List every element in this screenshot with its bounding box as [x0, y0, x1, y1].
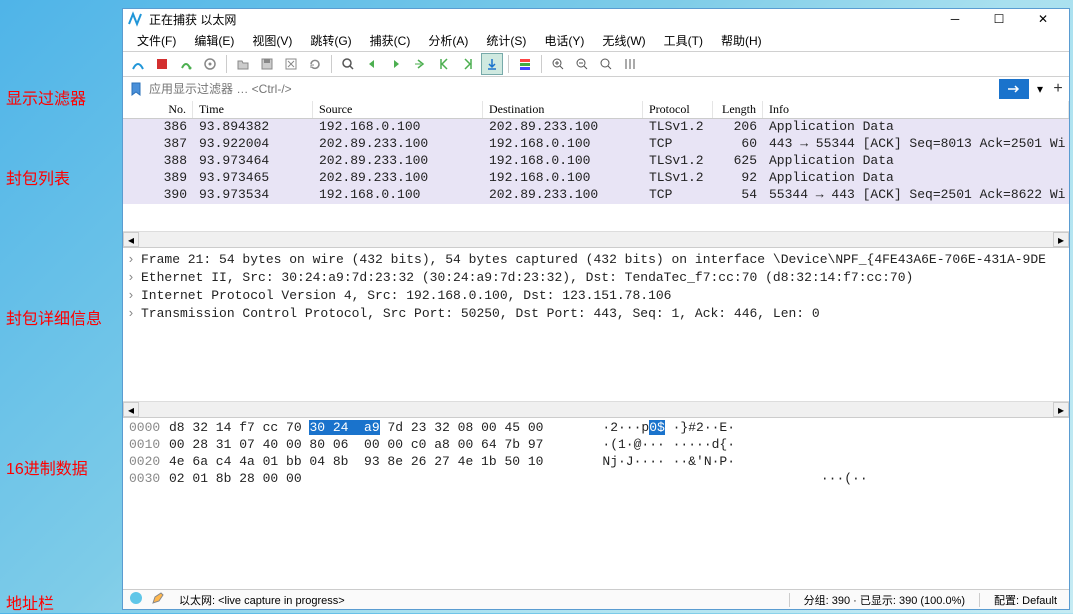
find-packet-button[interactable]: [337, 53, 359, 75]
col-destination[interactable]: Destination: [483, 101, 643, 118]
detail-row[interactable]: ›Frame 21: 54 bytes on wire (432 bits), …: [123, 250, 1069, 268]
detail-row[interactable]: ›Internet Protocol Version 4, Src: 192.1…: [123, 286, 1069, 304]
packet-row[interactable]: 38893.973464202.89.233.100192.168.0.100T…: [123, 153, 1069, 170]
status-packets: 分组: 390 · 已显示: 390 (100.0%): [798, 592, 971, 608]
col-info[interactable]: Info: [763, 101, 1069, 118]
start-capture-button[interactable]: [127, 53, 149, 75]
col-protocol[interactable]: Protocol: [643, 101, 713, 118]
save-file-button[interactable]: [256, 53, 278, 75]
menu-analyze[interactable]: 分析(A): [420, 30, 476, 51]
restart-capture-button[interactable]: [175, 53, 197, 75]
hex-dump-pane[interactable]: 0000d8 32 14 f7 cc 70 30 24 a9 7d 23 32 …: [123, 417, 1069, 589]
hex-row[interactable]: 0000d8 32 14 f7 cc 70 30 24 a9 7d 23 32 …: [129, 420, 1063, 437]
packet-list-hscroll[interactable]: ◂ ▸: [123, 231, 1069, 247]
hex-row[interactable]: 001000 28 31 07 40 00 80 06 00 00 c0 a8 …: [129, 437, 1063, 454]
menu-tools[interactable]: 工具(T): [656, 30, 711, 51]
menu-help[interactable]: 帮助(H): [713, 30, 770, 51]
menu-wireless[interactable]: 无线(W): [594, 30, 653, 51]
open-file-button[interactable]: [232, 53, 254, 75]
go-to-packet-button[interactable]: [409, 53, 431, 75]
filter-apply-button[interactable]: [999, 79, 1029, 99]
zoom-out-button[interactable]: [571, 53, 593, 75]
go-forward-button[interactable]: [385, 53, 407, 75]
stop-capture-button[interactable]: [151, 53, 173, 75]
annotation-packetlist: 封包列表: [6, 165, 70, 189]
menu-telephony[interactable]: 电话(Y): [536, 30, 592, 51]
packet-details-pane[interactable]: ›Frame 21: 54 bytes on wire (432 bits), …: [123, 247, 1069, 401]
status-interface: 以太网: <live capture in progress>: [173, 592, 351, 608]
packet-row[interactable]: 38693.894382192.168.0.100202.89.233.100T…: [123, 119, 1069, 136]
filter-add-button[interactable]: +: [1051, 79, 1065, 99]
minimize-button[interactable]: ─: [933, 9, 977, 29]
menu-statistics[interactable]: 统计(S): [478, 30, 534, 51]
col-time[interactable]: Time: [193, 101, 313, 118]
filter-bar: ▾ +: [123, 77, 1069, 101]
scroll-right-icon[interactable]: ▸: [1053, 402, 1069, 417]
wireshark-window: 正在捕获 以太网 ─ ☐ ✕ 文件(F) 编辑(E) 视图(V) 跳转(G) 捕…: [122, 8, 1070, 610]
annotation-details: 封包详细信息: [6, 305, 102, 329]
close-button[interactable]: ✕: [1021, 9, 1065, 29]
zoom-in-button[interactable]: [547, 53, 569, 75]
menu-capture[interactable]: 捕获(C): [362, 30, 419, 51]
app-icon: [127, 11, 143, 27]
col-no[interactable]: No.: [123, 101, 193, 118]
col-length[interactable]: Length: [713, 101, 763, 118]
packet-list-header: No. Time Source Destination Protocol Len…: [123, 101, 1069, 119]
close-file-button[interactable]: [280, 53, 302, 75]
col-source[interactable]: Source: [313, 101, 483, 118]
reload-button[interactable]: [304, 53, 326, 75]
detail-row[interactable]: ›Transmission Control Protocol, Src Port…: [123, 304, 1069, 322]
toolbar: [123, 51, 1069, 77]
menubar: 文件(F) 编辑(E) 视图(V) 跳转(G) 捕获(C) 分析(A) 统计(S…: [123, 29, 1069, 51]
resize-columns-button[interactable]: [619, 53, 641, 75]
go-last-button[interactable]: [457, 53, 479, 75]
packet-row[interactable]: 38793.922004202.89.233.100192.168.0.100T…: [123, 136, 1069, 153]
annotation-hex: 16进制数据: [6, 455, 88, 479]
zoom-reset-button[interactable]: [595, 53, 617, 75]
scroll-left-icon[interactable]: ◂: [123, 402, 139, 417]
go-first-button[interactable]: [433, 53, 455, 75]
hex-row[interactable]: 00204e 6a c4 4a 01 bb 04 8b 93 8e 26 27 …: [129, 454, 1063, 471]
auto-scroll-button[interactable]: [481, 53, 503, 75]
colorize-button[interactable]: [514, 53, 536, 75]
details-hscroll[interactable]: ◂ ▸: [123, 401, 1069, 417]
statusbar: 以太网: <live capture in progress> 分组: 390 …: [123, 589, 1069, 609]
edit-icon[interactable]: [151, 591, 165, 608]
packet-row[interactable]: 39093.973534192.168.0.100202.89.233.100T…: [123, 187, 1069, 204]
menu-file[interactable]: 文件(F): [129, 30, 184, 51]
scroll-right-icon[interactable]: ▸: [1053, 232, 1069, 247]
detail-row[interactable]: ›Ethernet II, Src: 30:24:a9:7d:23:32 (30…: [123, 268, 1069, 286]
status-profile[interactable]: 配置: Default: [988, 592, 1063, 608]
packet-row[interactable]: 38993.973465202.89.233.100192.168.0.100T…: [123, 170, 1069, 187]
menu-edit[interactable]: 编辑(E): [186, 30, 242, 51]
display-filter-input[interactable]: [145, 80, 995, 98]
maximize-button[interactable]: ☐: [977, 9, 1021, 29]
go-back-button[interactable]: [361, 53, 383, 75]
scroll-left-icon[interactable]: ◂: [123, 232, 139, 247]
titlebar: 正在捕获 以太网 ─ ☐ ✕: [123, 9, 1069, 29]
menu-view[interactable]: 视图(V): [244, 30, 300, 51]
annotation-statusbar: 地址栏: [6, 590, 54, 614]
menu-go[interactable]: 跳转(G): [302, 30, 359, 51]
annotation-filter: 显示过滤器: [6, 85, 86, 109]
expert-info-icon[interactable]: [129, 591, 143, 608]
packet-list-pane[interactable]: No. Time Source Destination Protocol Len…: [123, 101, 1069, 231]
window-title: 正在捕获 以太网: [149, 11, 933, 28]
capture-options-button[interactable]: [199, 53, 221, 75]
filter-history-dropdown[interactable]: ▾: [1033, 79, 1047, 99]
filter-bookmark-icon[interactable]: [127, 80, 145, 98]
hex-row[interactable]: 003002 01 8b 28 00 00 ···(··: [129, 471, 1063, 488]
